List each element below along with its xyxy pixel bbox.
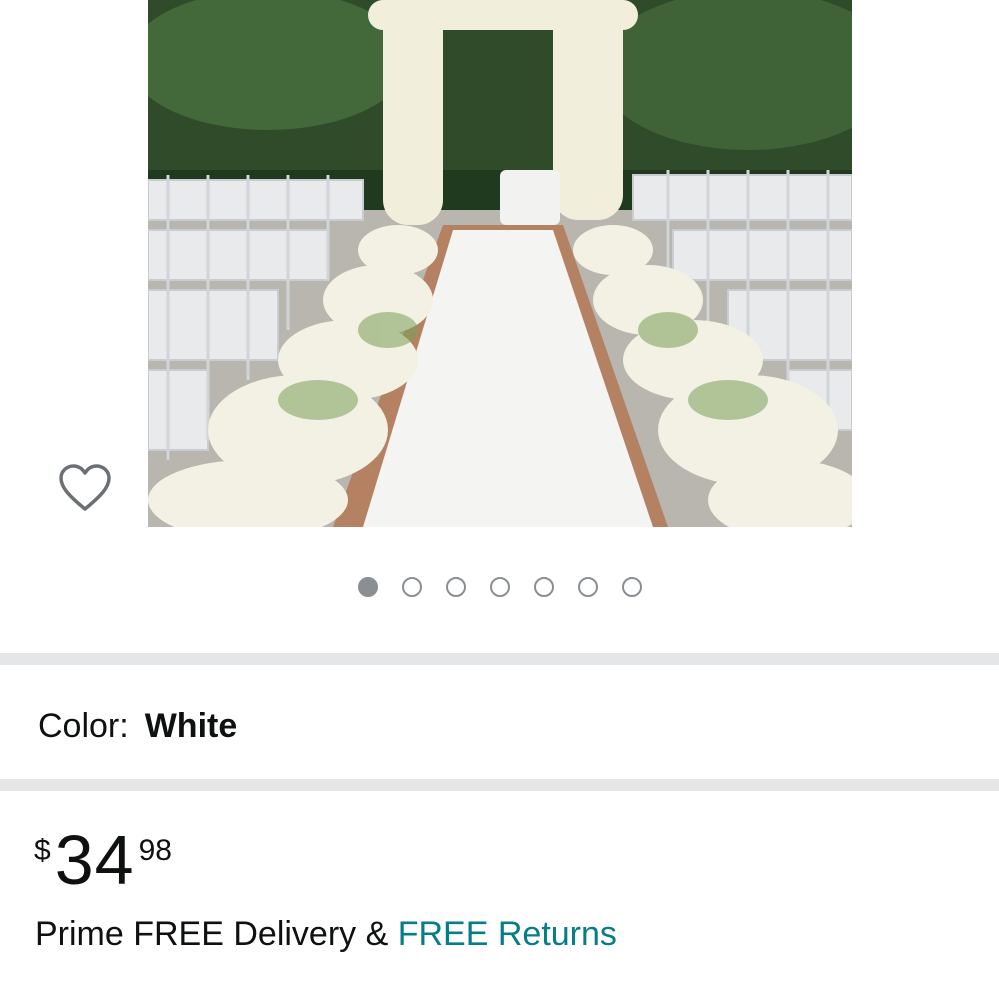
heart-outline-icon <box>59 464 111 511</box>
free-returns-link[interactable]: FREE Returns <box>398 915 617 953</box>
image-dot[interactable] <box>445 577 466 597</box>
delivery-text: Prime FREE Delivery & <box>35 915 398 953</box>
color-selector[interactable]: Color: White <box>38 700 237 752</box>
price-whole: 34 <box>54 821 135 899</box>
delivery-info: Prime FREE Delivery & FREE Returns <box>35 915 617 954</box>
color-label: Color: <box>38 706 129 745</box>
image-dot[interactable] <box>401 577 422 597</box>
image-dot[interactable] <box>577 577 598 597</box>
image-pagination-dots <box>0 577 999 601</box>
price-fraction: 98 <box>138 834 172 867</box>
image-dot[interactable] <box>357 577 378 597</box>
image-dot[interactable] <box>533 577 554 597</box>
section-divider <box>0 653 999 665</box>
wedding-aisle-illustration <box>148 0 852 527</box>
section-divider <box>0 779 999 791</box>
image-dot[interactable] <box>621 577 642 597</box>
color-value: White <box>144 706 238 745</box>
price: $ 34 98 <box>34 822 172 898</box>
currency-symbol: $ <box>34 834 51 867</box>
image-dot[interactable] <box>489 577 510 597</box>
product-image[interactable] <box>148 0 852 527</box>
wishlist-button[interactable] <box>55 460 115 516</box>
product-image-gallery <box>0 0 999 655</box>
